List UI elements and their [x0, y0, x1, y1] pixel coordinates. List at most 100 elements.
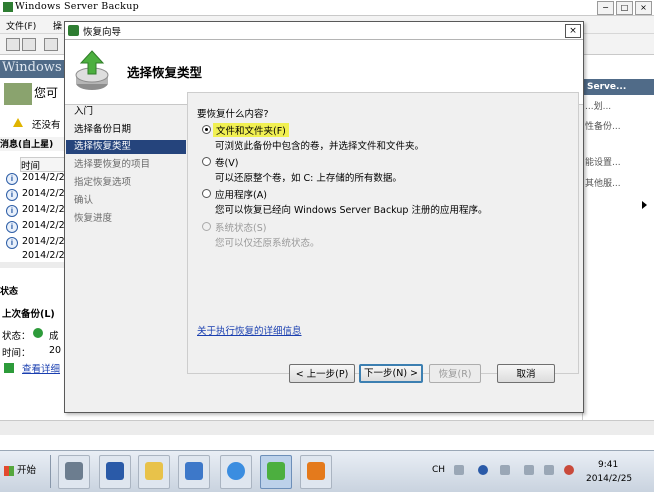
status-value: 成	[49, 331, 59, 342]
volume-icon[interactable]	[564, 465, 574, 475]
back-arrow-icon[interactable]	[6, 38, 20, 51]
option-volumes-desc: 可以还原整个卷，如 C: 上存储的所有数据。	[215, 173, 402, 184]
server-manager-task[interactable]	[58, 455, 90, 489]
recovery-icon	[75, 50, 109, 90]
status-label: 状态：	[2, 331, 31, 342]
console-tree-icon[interactable]	[44, 38, 58, 51]
dialog-close-button[interactable]: ×	[565, 24, 581, 38]
more-info-link[interactable]: 关于执行恢复的详细信息	[197, 323, 302, 337]
app-task[interactable]	[178, 455, 210, 489]
menu-file[interactable]: 文件(F)	[6, 19, 36, 32]
bg-heading-text: 您可	[34, 86, 59, 100]
time-column-header[interactable]: 时间	[20, 157, 66, 172]
windows-backup-task[interactable]	[260, 455, 292, 489]
explorer-task[interactable]	[138, 455, 170, 489]
office-icon	[307, 462, 325, 480]
action-item[interactable]: 能设置...	[585, 155, 621, 168]
option-files-folders-desc: 可浏览此备份中包含的卷，并选择文件和文件夹。	[215, 141, 425, 152]
main-window-title: Windows Server Backup	[15, 1, 140, 12]
menu-action[interactable]: 操	[53, 19, 62, 32]
message-row[interactable]: 2014/2/2	[22, 220, 65, 231]
keyboard-icon[interactable]	[454, 465, 464, 475]
message-row[interactable]: 2014/2/2	[22, 236, 65, 247]
tray-arrow-icon[interactable]	[500, 465, 510, 475]
option-files-folders-label[interactable]: 文件和文件夹(F)	[213, 123, 289, 137]
clock-date[interactable]: 2014/2/25	[586, 474, 632, 484]
next-button[interactable]: 下一步(N) >	[359, 364, 423, 383]
app-icon	[185, 462, 203, 480]
action-item[interactable]: ...划...	[585, 99, 611, 112]
internet-explorer-task[interactable]	[220, 455, 252, 489]
info-icon: i	[6, 189, 18, 201]
radio-volumes[interactable]	[202, 157, 211, 166]
forward-arrow-icon[interactable]	[22, 38, 36, 51]
help-icon[interactable]	[478, 465, 488, 475]
wizard-icon	[68, 25, 79, 36]
flag-icon[interactable]	[524, 465, 534, 475]
windows-flag-icon	[4, 466, 14, 476]
bg-warning-text: 还没有	[32, 120, 61, 131]
action-item[interactable]: 性备份...	[585, 119, 621, 132]
success-icon	[33, 328, 43, 338]
messages-header: 消息(自上星)	[0, 137, 65, 151]
maximize-button[interactable]: □	[616, 1, 633, 15]
nav-select-backup-date: 选择备份日期	[74, 124, 132, 135]
content-panel: 要恢复什么内容? 文件和文件夹(F) 可浏览此备份中包含的卷，并选择文件和文件夹…	[187, 92, 579, 374]
recovery-wizard-dialog: 恢复向导 × 选择恢复类型 入门 选择备份日期 选择恢复类型 选择要恢复的项目 …	[64, 21, 584, 413]
nav-select-recovery-type: 选择恢复类型	[66, 140, 186, 154]
radio-applications[interactable]	[202, 189, 211, 198]
horizontal-scrollbar[interactable]	[0, 420, 654, 435]
nav-getting-started: 入门	[74, 106, 94, 117]
nav-recovery-progress: 恢复进度	[74, 213, 113, 224]
message-row[interactable]: 2014/2/2	[22, 188, 65, 199]
message-row[interactable]: 2014/2/2	[22, 204, 65, 215]
system-tray: CH 9:41 2014/2/25	[424, 451, 654, 492]
message-row[interactable]: 2014/2/2	[22, 250, 65, 258]
action-item[interactable]: 其他服...	[585, 176, 621, 189]
powershell-task[interactable]	[99, 455, 131, 489]
language-indicator[interactable]: CH	[432, 465, 445, 475]
option-system-state-desc: 您可以仅还原系统状态。	[215, 238, 320, 249]
nav-recovery-options: 指定恢复选项	[74, 177, 132, 188]
backup-task-icon	[267, 462, 285, 480]
backup-icon	[4, 83, 32, 105]
start-button[interactable]: 开始	[2, 460, 44, 482]
info-icon: i	[6, 173, 18, 185]
info-icon: i	[6, 237, 18, 249]
cancel-button[interactable]: 取消	[497, 364, 555, 383]
info-icon: i	[6, 221, 18, 233]
close-button[interactable]: ×	[635, 1, 652, 15]
last-backup-label: 上次备份(L)	[2, 309, 55, 320]
powershell-icon	[106, 462, 124, 480]
details-arrow-icon	[4, 363, 14, 373]
recovery-question: 要恢复什么内容?	[197, 109, 269, 120]
folder-icon	[145, 462, 163, 480]
radio-system-state	[202, 222, 211, 231]
time-value: 20	[49, 345, 62, 356]
clock-time[interactable]: 9:41	[598, 460, 618, 470]
dialog-title-bar: 恢复向导 ×	[65, 22, 583, 40]
status-header: 状态	[0, 284, 65, 298]
nav-confirmation: 确认	[74, 195, 94, 206]
view-details-link[interactable]: 查看详细	[22, 361, 60, 375]
taskbar-separator	[50, 455, 51, 488]
minimize-button[interactable]: −	[597, 1, 614, 15]
background-banner: Windows	[0, 60, 65, 78]
info-icon: i	[6, 205, 18, 217]
option-volumes-label[interactable]: 卷(V)	[215, 155, 238, 169]
actions-header: Serve...	[583, 79, 654, 95]
option-applications-label[interactable]: 应用程序(A)	[215, 187, 267, 201]
office-task[interactable]	[300, 455, 332, 489]
message-row[interactable]: 2014/2/2	[22, 172, 65, 183]
ie-icon	[227, 462, 245, 480]
back-button[interactable]: < 上一步(P)	[289, 364, 355, 383]
nav-select-items: 选择要恢复的项目	[74, 159, 151, 170]
bg-hscroll[interactable]	[0, 262, 65, 268]
warning-icon	[13, 118, 23, 127]
wizard-step-heading: 选择恢复类型	[127, 65, 203, 80]
radio-files-folders[interactable]	[202, 125, 211, 134]
time-label: 时间：	[2, 348, 31, 359]
network-icon[interactable]	[544, 465, 554, 475]
expand-arrow-icon[interactable]	[642, 201, 647, 209]
taskbar: 开始 CH 9:41 2014/2/25	[0, 450, 654, 492]
